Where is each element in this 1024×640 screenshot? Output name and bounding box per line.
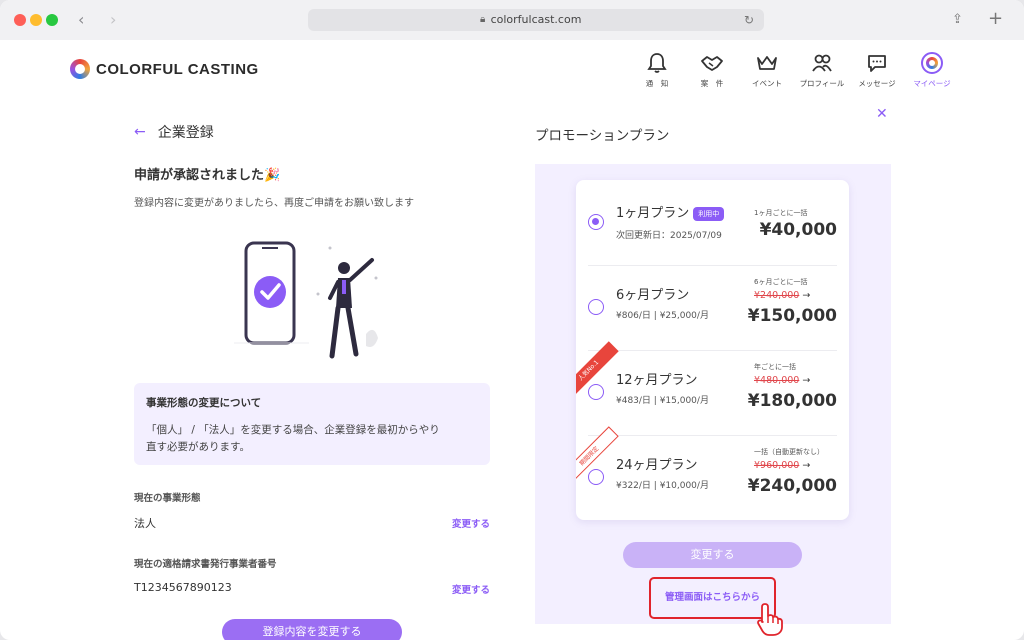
plan-price: ¥180,000 bbox=[747, 391, 837, 411]
notice-body-line: 「個人」 / 「法人」を変更する場合、企業登録を最初からやり bbox=[146, 424, 440, 436]
change-registration-button[interactable]: 登録内容を変更する bbox=[222, 619, 402, 640]
plan-daily-monthly: ¥483/日 | ¥15,000/月 bbox=[616, 396, 709, 406]
maximize-window-button[interactable] bbox=[46, 14, 58, 26]
plan-radio[interactable] bbox=[588, 299, 604, 315]
plan-price: ¥150,000 bbox=[747, 306, 837, 326]
in-use-badge: 利用中 bbox=[693, 206, 725, 221]
business-type-notice: 事業形態の変更について 「個人」 / 「法人」を変更する場合、企業登録を最初から… bbox=[134, 383, 490, 465]
handshake-icon bbox=[701, 56, 723, 71]
share-icon[interactable]: ⇪ bbox=[952, 12, 963, 27]
plan-radio[interactable] bbox=[588, 214, 604, 230]
business-type-value: 法人 bbox=[134, 517, 156, 530]
menu-item-messages[interactable]: メッセージ bbox=[847, 50, 907, 89]
plan-next-renewal: 次回更新日：2025/07/09 bbox=[616, 231, 722, 241]
minimize-window-button[interactable] bbox=[30, 14, 42, 26]
change-plan-button[interactable]: 変更する bbox=[623, 542, 802, 568]
change-business-type-link[interactable]: 変更する bbox=[452, 516, 490, 530]
lock-icon: 🔒︎ bbox=[480, 14, 486, 25]
menu-label: イベント bbox=[752, 79, 782, 88]
menu-label: プロフィール bbox=[799, 79, 845, 88]
page-header: ← 企業登録 bbox=[134, 122, 214, 142]
address-bar[interactable]: 🔒︎ colorfulcast.com ↻ bbox=[308, 9, 764, 31]
plan-option-6-months[interactable]: 6ヶ月プラン ¥806/日 | ¥25,000/月 6ヶ月ごとに一括 ¥240,… bbox=[576, 265, 849, 350]
plan-original-price: ¥960,000 → bbox=[754, 460, 811, 471]
plan-option-1-month[interactable]: 1ヶ月プラン 利用中 次回更新日：2025/07/09 1ヶ月ごとに一括 ¥40,… bbox=[576, 180, 849, 265]
pointer-hand-icon bbox=[757, 603, 783, 636]
plan-original-price: ¥480,000 → bbox=[754, 375, 811, 386]
invoice-number-value: T1234567890123 bbox=[134, 581, 232, 594]
plan-option-12-months[interactable]: 人気No.1 12ヶ月プラン ¥483/日 | ¥15,000/月 年ごとに一括… bbox=[576, 341, 849, 435]
plan-billing-note: 6ヶ月ごとに一括 bbox=[754, 278, 808, 286]
plan-billing-note: 一括（自動更新なし） bbox=[754, 448, 824, 456]
plan-option-24-months[interactable]: 期間限定 24ヶ月プラン ¥322/日 | ¥10,000/月 一括（自動更新な… bbox=[576, 426, 849, 520]
bell-icon bbox=[647, 53, 667, 73]
plan-price: ¥40,000 bbox=[759, 220, 837, 240]
back-arrow-icon[interactable]: ← bbox=[134, 124, 146, 140]
plan-billing-note: 年ごとに一括 bbox=[754, 363, 796, 371]
message-icon bbox=[868, 55, 886, 72]
plan-daily-monthly: ¥806/日 | ¥25,000/月 bbox=[616, 311, 709, 321]
menu-item-profile[interactable]: プロフィール bbox=[792, 50, 852, 89]
url-text: colorfulcast.com bbox=[490, 13, 582, 26]
plan-radio[interactable] bbox=[588, 384, 604, 400]
menu-label: 通 知 bbox=[645, 79, 669, 88]
plan-name: 1ヶ月プラン 利用中 bbox=[616, 202, 725, 221]
plan-name: 6ヶ月プラン bbox=[616, 288, 690, 303]
invoice-number-label: 現在の適格請求書発行事業者番号 bbox=[134, 559, 277, 570]
business-type-label: 現在の事業形態 bbox=[134, 493, 201, 504]
forward-arrow-icon[interactable]: › bbox=[110, 10, 116, 29]
page-title: 企業登録 bbox=[157, 125, 214, 141]
approved-title: 申請が承認されました🎉 bbox=[134, 168, 281, 183]
approval-illustration bbox=[234, 241, 378, 359]
menu-label: マイページ bbox=[913, 79, 951, 88]
menu-label: メッセージ bbox=[858, 79, 896, 88]
plan-name: 24ヶ月プラン bbox=[616, 458, 698, 473]
mypage-icon bbox=[921, 52, 943, 74]
browser-toolbar: ‹ › 🔒︎ colorfulcast.com ↻ ⇪ + bbox=[0, 0, 1024, 40]
notice-body-line: 直す必要があります。 bbox=[146, 441, 250, 453]
menu-item-events[interactable]: イベント bbox=[737, 50, 797, 89]
browser-window: ‹ › 🔒︎ colorfulcast.com ↻ ⇪ + COLORFUL C… bbox=[0, 0, 1024, 640]
plan-radio[interactable] bbox=[588, 469, 604, 485]
new-tab-icon[interactable]: + bbox=[988, 8, 1003, 29]
menu-label: 案 件 bbox=[700, 79, 724, 88]
crown-icon bbox=[757, 56, 777, 70]
close-window-button[interactable] bbox=[14, 14, 26, 26]
change-invoice-number-link[interactable]: 変更する bbox=[452, 582, 490, 596]
menu-item-mypage[interactable]: マイページ bbox=[902, 50, 962, 89]
plan-list: 1ヶ月プラン 利用中 次回更新日：2025/07/09 1ヶ月ごとに一括 ¥40,… bbox=[576, 180, 849, 520]
notice-title: 事業形態の変更について bbox=[146, 397, 262, 409]
promotion-plan-title: プロモーションプラン bbox=[535, 128, 670, 144]
plan-name: 12ヶ月プラン bbox=[616, 373, 698, 388]
close-icon[interactable]: ✕ bbox=[876, 106, 888, 122]
plan-price: ¥240,000 bbox=[747, 476, 837, 496]
main-menu: 通 知 案 件 イベント プロフィール メッセージ マイページ bbox=[0, 50, 1024, 100]
plan-daily-monthly: ¥322/日 | ¥10,000/月 bbox=[616, 481, 709, 491]
plan-original-price: ¥240,000 → bbox=[754, 290, 811, 301]
notice-body: 「個人」 / 「法人」を変更する場合、企業登録を最初からやり 直す必要があります… bbox=[146, 422, 478, 456]
menu-item-notifications[interactable]: 通 知 bbox=[627, 50, 687, 89]
menu-item-projects[interactable]: 案 件 bbox=[682, 50, 742, 89]
reload-icon[interactable]: ↻ bbox=[744, 9, 754, 31]
plan-billing-note: 1ヶ月ごとに一括 bbox=[754, 209, 808, 217]
app-header: COLORFUL CASTING 通 知 案 件 イベント プロフィール メッセ… bbox=[0, 40, 1024, 100]
back-arrow-icon[interactable]: ‹ bbox=[78, 10, 84, 29]
approved-subtitle: 登録内容に変更がありましたら、再度ご申請をお願い致します bbox=[134, 198, 414, 209]
profile-icon bbox=[812, 54, 832, 72]
